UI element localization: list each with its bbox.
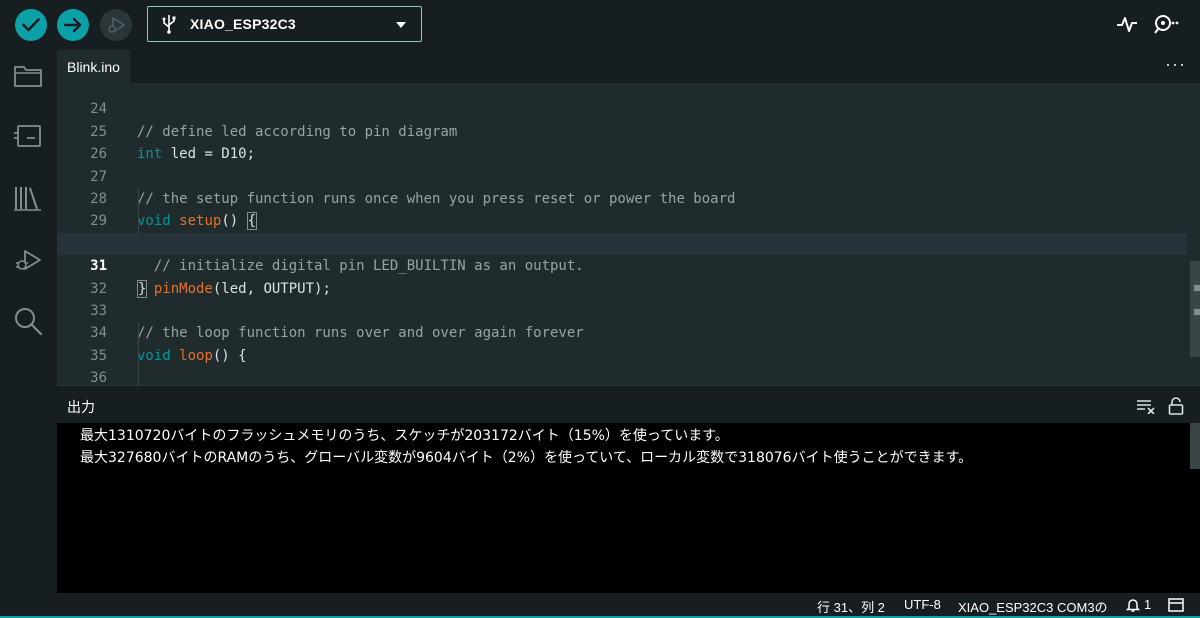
chevron-down-icon [396, 22, 406, 28]
board-port-status[interactable]: XIAO_ESP32C3 COM3の [958, 597, 1108, 616]
tab-label: Blink.ino [67, 58, 120, 75]
status-bar: 行 31、列 2 UTF-8 XIAO_ESP32C3 COM3の 1 [0, 593, 1200, 618]
scroll-marker [1194, 285, 1200, 291]
code-line: 28 void setup() { [90, 191, 258, 231]
output-line: 最大1310720バイトのフラッシュメモリのうち、スケッチが203172バイト（… [80, 428, 729, 444]
debug-button[interactable] [100, 9, 132, 41]
toggle-panel-button[interactable] [1168, 597, 1184, 613]
folder-icon [14, 66, 42, 87]
clear-output-button[interactable] [1135, 395, 1157, 417]
toolbar: XIAO_ESP32C3 [0, 0, 1200, 50]
output-scrollbar[interactable] [1190, 423, 1200, 469]
output-console[interactable]: 最大1310720バイトのフラッシュメモリのうち、スケッチが203172バイト（… [57, 423, 1200, 593]
code-line: 26 [90, 146, 107, 163]
code-line: 30 pinMode(led, OUTPUT); [57, 210, 1187, 297]
library-icon [14, 187, 41, 211]
code-line: 27 // the setup function runs once when … [90, 168, 736, 207]
code-line: 25 int led = D10; [90, 123, 256, 163]
usb-icon [160, 14, 178, 34]
code-line: 33 // the loop function runs over and ov… [90, 303, 584, 342]
upload-button[interactable] [57, 9, 89, 41]
code-line: 29 // initialize digital pin LED_BUILTIN… [57, 188, 1187, 274]
debug-icon [108, 17, 125, 33]
check-icon [22, 18, 40, 32]
debugger-button[interactable] [12, 245, 44, 277]
code-line: 32 [90, 280, 107, 297]
code-line-current: 31 } [57, 232, 1187, 298]
scroll-marker [1194, 309, 1200, 315]
search-icon [15, 308, 43, 336]
output-line: 最大327680バイトのRAMのうち、グローバル変数が9604バイト（2%）を使… [80, 450, 973, 466]
code-line: 37 digitalWrite(led, LOW); // turn the L… [57, 367, 1187, 385]
file-encoding: UTF-8 [904, 597, 941, 612]
code-line: 35 digitalWrite(led, HIGH); // turn the … [57, 322, 1187, 364]
sidebar [0, 50, 57, 593]
boards-manager-button[interactable] [12, 120, 44, 152]
notification-count: 1 [1144, 597, 1152, 612]
code-line: 24 // define led according to pin diagra… [90, 101, 458, 140]
lock-icon [1168, 397, 1184, 415]
tab-blink-ino[interactable]: Blink.ino [57, 50, 130, 83]
board-icon [14, 125, 41, 147]
cursor-position[interactable]: 行 31、列 2 [817, 597, 885, 616]
more-actions-button[interactable]: ··· [1165, 54, 1186, 75]
editor-tabs: Blink.ino ··· [57, 50, 1200, 83]
pulse-icon [1117, 17, 1137, 32]
toggle-scroll-lock-button[interactable] [1165, 395, 1187, 417]
serial-plotter-button[interactable] [1113, 10, 1141, 38]
sketchbook-button[interactable] [12, 60, 44, 92]
board-selector[interactable]: XIAO_ESP32C3 [147, 6, 422, 42]
output-header: 出力 [57, 385, 1200, 423]
arrow-right-icon [64, 17, 82, 33]
serial-monitor-button[interactable] [1152, 10, 1180, 38]
panel-icon [1168, 598, 1184, 612]
bell-icon[interactable] [1125, 597, 1141, 613]
search-button[interactable] [12, 305, 44, 337]
code-line: 34 void loop() { [90, 325, 247, 364]
verify-button[interactable] [15, 9, 47, 41]
output-title: 出力 [67, 399, 95, 415]
clear-lines-icon [1137, 400, 1155, 414]
magnifier-dots-icon [1154, 15, 1179, 34]
library-manager-button[interactable] [12, 182, 44, 214]
board-name: XIAO_ESP32C3 [190, 16, 296, 32]
code-editor[interactable]: 24 // define led according to pin diagra… [57, 83, 1200, 385]
debug-play-icon [16, 250, 41, 270]
code-line: 36 delay(1000); // wait for a second [57, 344, 1187, 385]
